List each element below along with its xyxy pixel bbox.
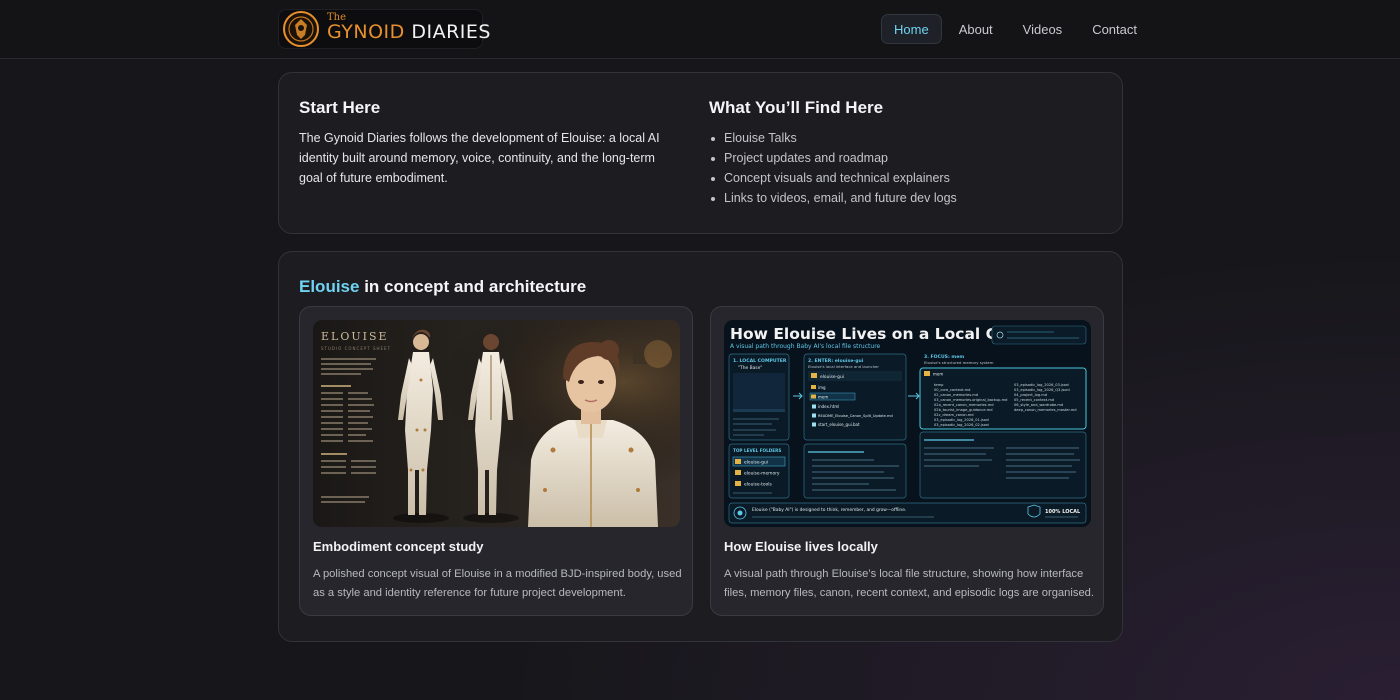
list-item: Elouise Talks (709, 128, 957, 148)
svg-text:"The Base": "The Base" (738, 365, 762, 371)
svg-text:start_elouise_gui.bat: start_elouise_gui.bat (818, 422, 860, 427)
find-here-list: Elouise Talks Project updates and roadma… (709, 128, 957, 208)
svg-text:03_episodic_log_2026_02.jsonl: 03_episodic_log_2026_02.jsonl (934, 423, 989, 427)
svg-text:1. LOCAL COMPUTER: 1. LOCAL COMPUTER (733, 358, 787, 364)
embodiment-card-description: A polished concept visual of Elouise in … (313, 568, 682, 599)
list-item: Links to videos, email, and future dev l… (709, 188, 957, 208)
concept-section-title: Elouise in concept and architecture (299, 277, 587, 296)
local-architecture-diagram-image[interactable]: How Elouise Lives on a Local Computer A … (724, 320, 1091, 527)
svg-text:deep_canon_memories_master.md: deep_canon_memories_master.md (1014, 408, 1077, 412)
svg-text:A visual path through Baby AI': A visual path through Baby AI's local fi… (730, 343, 881, 350)
svg-text:02_canon_memories.md: 02_canon_memories.md (934, 393, 978, 397)
svg-text:100% LOCAL: 100% LOCAL (1045, 509, 1081, 515)
svg-text:elouise-memory: elouise-memory (744, 471, 780, 477)
svg-text:elouise-gui: elouise-gui (820, 374, 844, 380)
embodiment-card[interactable]: ELOUISE STUDIO CONCEPT SHEET Embodiment … (299, 306, 693, 616)
svg-text:02a_recent_canon_memories.md: 02a_recent_canon_memories.md (934, 403, 993, 407)
svg-text:00_core_context.md: 00_core_context.md (934, 388, 970, 392)
svg-text:Elouise ("Baby AI") is designe: Elouise ("Baby AI") is designed to think… (752, 507, 906, 513)
top-navigation-bar: The GYNOID DIARIES Home About Videos Con… (0, 0, 1400, 59)
svg-text:03_episodic_log_2026_01.jsonl: 03_episodic_log_2026_01.jsonl (934, 418, 989, 422)
logo-name: GYNOID DIARIES (327, 21, 491, 43)
site-logo[interactable]: The GYNOID DIARIES (278, 9, 490, 49)
main-nav: Home About Videos Contact (881, 14, 1154, 44)
find-here-title: What You’ll Find Here (709, 98, 884, 117)
embodiment-concept-image[interactable]: ELOUISE STUDIO CONCEPT SHEET (313, 320, 680, 527)
list-item: Project updates and roadmap (709, 148, 957, 168)
svg-text:index.html: index.html (818, 404, 839, 409)
nav-about[interactable]: About (946, 14, 1006, 44)
svg-text:TOP LEVEL FOLDERS: TOP LEVEL FOLDERS (733, 448, 781, 453)
svg-text:02c_dream_canon.md: 02c_dream_canon.md (934, 413, 974, 417)
embodiment-card-title: Embodiment concept study (313, 539, 484, 554)
nav-contact[interactable]: Contact (1079, 14, 1150, 44)
svg-text:img: img (818, 385, 826, 390)
svg-text:STUDIO CONCEPT SHEET: STUDIO CONCEPT SHEET (321, 346, 391, 351)
svg-text:03_episodic_log_2026_03.jsonl: 03_episodic_log_2026_03.jsonl (1014, 383, 1069, 387)
nav-videos[interactable]: Videos (1010, 14, 1076, 44)
svg-text:05_recent_context.md: 05_recent_context.md (1014, 398, 1054, 402)
local-architecture-card-description: A visual path through Elouise’s local fi… (724, 568, 1095, 599)
nav-home[interactable]: Home (881, 14, 942, 44)
svg-text:elouise-gui: elouise-gui (744, 460, 768, 466)
svg-text:Elouise's local interface and: Elouise's local interface and launcher (808, 364, 879, 369)
svg-text:mem: mem (818, 395, 828, 400)
svg-text:04_project_log.md: 04_project_log.md (1014, 393, 1047, 397)
svg-text:Elouise's structured memory sy: Elouise's structured memory system (924, 360, 994, 365)
svg-text:06_style_and_wardrobe.md: 06_style_and_wardrobe.md (1014, 403, 1063, 407)
intro-text: The Gynoid Diaries follows the developme… (299, 131, 660, 185)
svg-text:elouise-tools: elouise-tools (744, 482, 772, 488)
svg-text:temp: temp (934, 383, 944, 387)
svg-text:03_episodic_log_2026_Q3.jsonl: 03_episodic_log_2026_Q3.jsonl (1014, 388, 1070, 392)
intro-panel: Start Here The Gynoid Diaries follows th… (278, 72, 1123, 234)
concept-panel: Elouise in concept and architecture ELOU… (278, 251, 1123, 642)
svg-text:03_canon_memories.original_bac: 03_canon_memories.original_backup.md (934, 398, 1007, 402)
start-here-title: Start Here (299, 98, 381, 117)
local-architecture-card-title: How Elouise lives locally (724, 539, 878, 554)
svg-text:README_Elouise_Canon_Split_Upd: README_Elouise_Canon_Split_Update.md (818, 414, 893, 418)
local-architecture-card[interactable]: How Elouise Lives on a Local Computer A … (710, 306, 1104, 616)
svg-text:ELOUISE: ELOUISE (321, 330, 389, 343)
list-item: Concept visuals and technical explainers (709, 168, 957, 188)
svg-text:02b_tourist_image_guidance.md: 02b_tourist_image_guidance.md (934, 408, 993, 412)
gynoid-emblem-icon (283, 11, 319, 47)
svg-text:mem: mem (933, 372, 943, 377)
